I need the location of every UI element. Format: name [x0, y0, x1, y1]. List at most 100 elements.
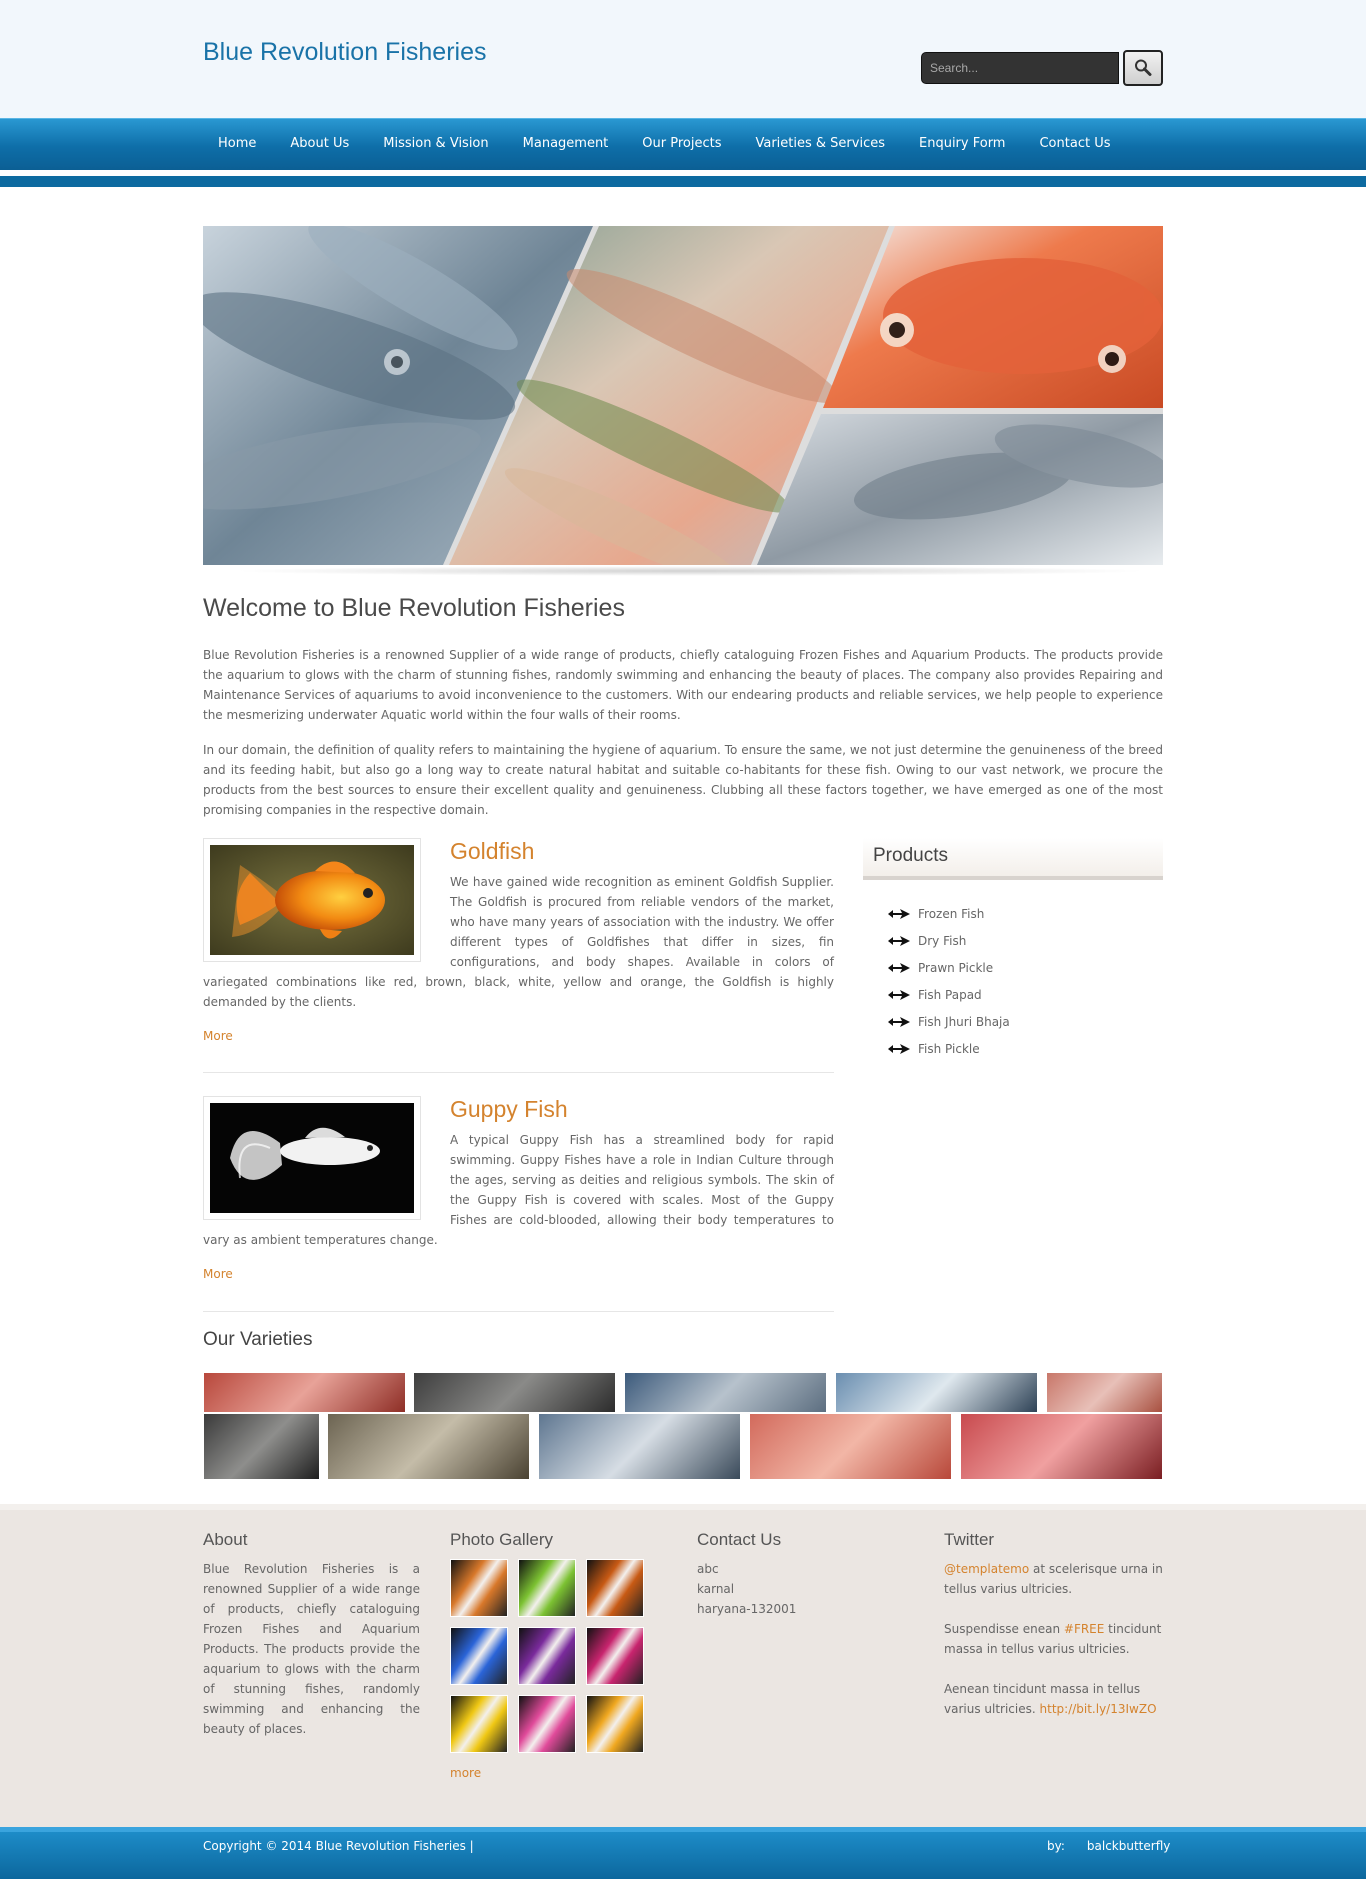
credit-name[interactable]: balckbutterfly	[1087, 1839, 1170, 1853]
sidebar-title: Products	[863, 838, 1163, 880]
welcome-paragraph: In our domain, the definition of quality…	[203, 743, 1163, 817]
footer-heading: Photo Gallery	[450, 1530, 553, 1549]
fish-arrow-icon	[888, 908, 910, 919]
products-sidebar: Products Frozen Fish Dry Fish Prawn Pick…	[863, 838, 1163, 1062]
main-navigation: Home About Us Mission & Vision Managemen…	[0, 118, 1366, 170]
tweet: Aenean tincidunt massa in tellus varius …	[944, 1679, 1163, 1719]
nav-link-home[interactable]: Home	[203, 119, 271, 171]
article-goldfish: Goldfish We have gained wide recognition…	[203, 838, 834, 1043]
tweet-url-link[interactable]: http://bit.ly/13IwZO	[1040, 1702, 1157, 1716]
fish-arrow-icon	[888, 962, 910, 973]
sidebar-link-dry-fish[interactable]: Dry Fish	[918, 934, 966, 948]
contact-line: karnal	[697, 1582, 735, 1596]
welcome-heading: Welcome to Blue Revolution Fisheries	[203, 594, 625, 622]
variety-thumbnail[interactable]	[960, 1413, 1163, 1480]
footer-heading: About	[203, 1530, 248, 1549]
gallery-grid	[450, 1559, 650, 1753]
welcome-paragraph: Blue Revolution Fisheries is a renowned …	[203, 648, 1163, 722]
sidebar-item: Fish Papad	[888, 981, 1163, 1008]
gallery-thumbnail[interactable]	[586, 1695, 644, 1753]
fish-arrow-icon	[888, 1043, 910, 1054]
image-slider[interactable]	[203, 226, 1163, 565]
slider-shadow	[230, 566, 1150, 576]
variety-thumbnail[interactable]	[203, 1413, 320, 1480]
site-header: Blue Revolution Fisheries	[0, 0, 1366, 118]
gallery-thumbnail[interactable]	[450, 1695, 508, 1753]
nav-item-management: Management	[508, 119, 624, 171]
footer-contact: Contact Us abc karnal haryana-132001	[697, 1530, 897, 1619]
nav-link-contact-us[interactable]: Contact Us	[1024, 119, 1125, 171]
nav-link-mission-vision[interactable]: Mission & Vision	[368, 119, 503, 171]
site-title[interactable]: Blue Revolution Fisheries	[203, 38, 486, 67]
varieties-heading: Our Varieties	[203, 1329, 313, 1350]
sidebar-item: Fish Pickle	[888, 1035, 1163, 1062]
gallery-thumbnail[interactable]	[450, 1559, 508, 1617]
search-button[interactable]	[1123, 50, 1163, 86]
more-link[interactable]: More	[203, 1029, 834, 1043]
sidebar-item: Dry Fish	[888, 927, 1163, 954]
variety-thumbnail[interactable]	[1046, 1372, 1163, 1413]
gallery-thumbnail[interactable]	[518, 1695, 576, 1753]
nav-link-management[interactable]: Management	[508, 119, 624, 171]
nav-link-varieties-services[interactable]: Varieties & Services	[740, 119, 900, 171]
nav-link-enquiry-form[interactable]: Enquiry Form	[904, 119, 1020, 171]
nav-item-about-us: About Us	[275, 119, 364, 171]
footer-heading: Contact Us	[697, 1530, 782, 1549]
tweet: Suspendisse enean #FREE tincidunt massa …	[944, 1619, 1163, 1659]
gallery-thumbnail[interactable]	[586, 1627, 644, 1685]
nav-link-our-projects[interactable]: Our Projects	[627, 119, 736, 171]
nav-item-varieties-services: Varieties & Services	[740, 119, 900, 171]
variety-thumbnail[interactable]	[203, 1372, 406, 1413]
variety-thumbnail[interactable]	[327, 1413, 530, 1480]
sidebar-link-fish-papad[interactable]: Fish Papad	[918, 988, 982, 1002]
nav-item-mission-vision: Mission & Vision	[368, 119, 503, 171]
sidebar-link-frozen-fish[interactable]: Frozen Fish	[918, 907, 984, 921]
products-list: Frozen Fish Dry Fish Prawn Pickle Fish P…	[863, 900, 1163, 1062]
variety-thumbnail[interactable]	[749, 1413, 952, 1480]
bottom-bar	[0, 1827, 1366, 1879]
gallery-thumbnail[interactable]	[586, 1559, 644, 1617]
gallery-thumbnail[interactable]	[450, 1627, 508, 1685]
goldfish-image[interactable]	[203, 838, 421, 962]
nav-accent-stripe	[0, 176, 1366, 187]
footer-about-text: Blue Revolution Fisheries is a renowned …	[203, 1562, 420, 1736]
footer-about: About Blue Revolution Fisheries is a ren…	[203, 1530, 420, 1739]
gallery-thumbnail[interactable]	[518, 1559, 576, 1617]
goldfish-picture	[210, 845, 414, 955]
sidebar-item: Frozen Fish	[888, 900, 1163, 927]
variety-thumbnail[interactable]	[624, 1372, 827, 1413]
gallery-thumbnail[interactable]	[518, 1627, 576, 1685]
sidebar-item: Prawn Pickle	[888, 954, 1163, 981]
tweet: @templatemo at scelerisque urna in tellu…	[944, 1559, 1163, 1599]
varieties-gallery	[203, 1372, 1163, 1480]
slider-fish-collage	[203, 226, 1163, 565]
contact-line: abc	[697, 1562, 719, 1576]
sidebar-link-fish-pickle[interactable]: Fish Pickle	[918, 1042, 980, 1056]
variety-thumbnail[interactable]	[538, 1413, 741, 1480]
search-input[interactable]	[921, 52, 1119, 84]
sidebar-link-fish-jhuri-bhaja[interactable]: Fish Jhuri Bhaja	[918, 1015, 1010, 1029]
fish-arrow-icon	[888, 935, 910, 946]
more-link[interactable]: More	[203, 1267, 834, 1281]
tweet-handle-link[interactable]: @templatemo	[944, 1562, 1029, 1576]
magnifier-icon	[1135, 59, 1152, 76]
gallery-more-link[interactable]: more	[450, 1766, 650, 1780]
copyright-text: Copyright © 2014 Blue Revolution Fisheri…	[203, 1839, 474, 1853]
variety-thumbnail[interactable]	[835, 1372, 1038, 1413]
tweet-hashtag-link[interactable]: #FREE	[1064, 1622, 1104, 1636]
fish-arrow-icon	[888, 989, 910, 1000]
nav-link-about-us[interactable]: About Us	[275, 119, 364, 171]
footer-photo-gallery: Photo Gallery more	[450, 1530, 650, 1780]
designer-credit: by: balckbutterfly	[1047, 1839, 1170, 1853]
nav-item-contact-us: Contact Us	[1024, 119, 1125, 171]
nav-item-enquiry-form: Enquiry Form	[904, 119, 1020, 171]
nav-item-home: Home	[203, 119, 271, 171]
variety-thumbnail[interactable]	[413, 1372, 616, 1413]
divider	[203, 1311, 834, 1312]
divider	[203, 1072, 834, 1073]
guppy-fish-image[interactable]	[203, 1096, 421, 1220]
tweet-text: Suspendisse enean	[944, 1622, 1064, 1636]
guppy-fish-picture	[210, 1103, 414, 1213]
nav-item-our-projects: Our Projects	[627, 119, 736, 171]
sidebar-link-prawn-pickle[interactable]: Prawn Pickle	[918, 961, 993, 975]
